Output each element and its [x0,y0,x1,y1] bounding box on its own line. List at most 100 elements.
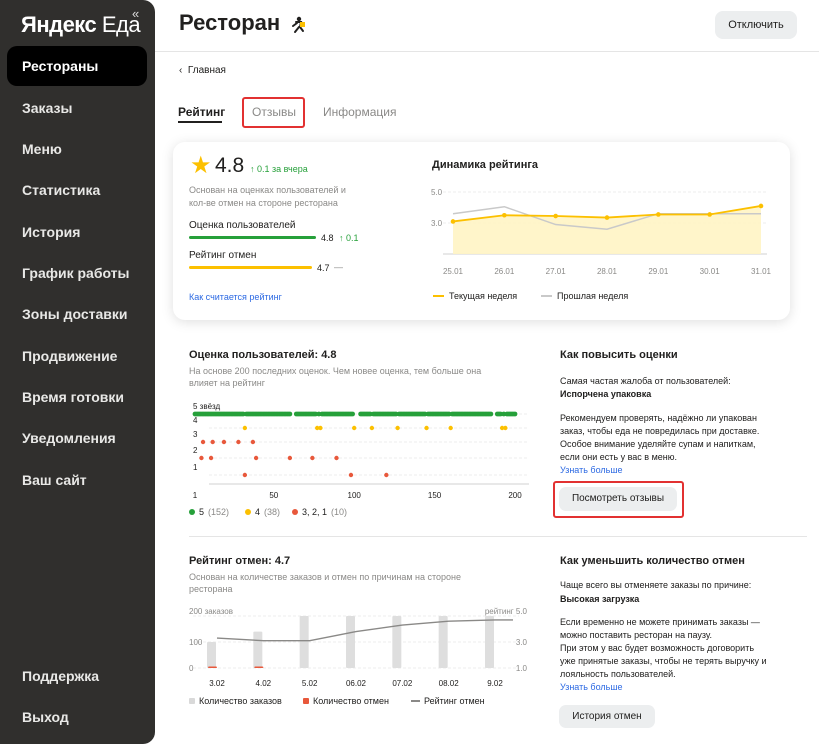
reduce-line3: Если временно не можете принимать заказы… [560,617,760,627]
improve-title: Как повысить оценки [560,349,678,361]
legend-low-stars: 3, 2, 1 (10) [292,507,347,517]
rating-delta: ↑ 0.1 за вчера [250,164,308,174]
sidebar-item-notifications[interactable]: Уведомления [22,430,116,446]
rating-dot-low [287,455,293,461]
how-rating-calculated-link[interactable]: Как считается рейтинг [189,292,282,302]
red-dot-icon [292,509,298,515]
sidebar-item-schedule[interactable]: График работы [22,265,130,281]
sidebar: Яндекс Еда « Рестораны Заказы Меню Стати… [0,0,155,744]
disable-button[interactable]: Отключить [715,11,797,39]
orders-bar [392,616,402,668]
tab-rating[interactable]: Рейтинг [178,105,225,119]
sidebar-item-support[interactable]: Поддержка [22,668,99,684]
legend-label: Количество заказов [199,696,282,706]
y-tick-label: 1 [193,463,198,472]
x-tick-label: 25.01 [443,267,464,276]
left-tick-label: 0 [189,664,194,673]
right-axis-title: рейтинг 5.0 [485,607,528,616]
rating-card: ★ 4.8 ↑ 0.1 за вчера Основан на оценках … [173,142,790,320]
logo: Яндекс Еда [21,12,141,38]
left-axis-title: 200 заказов [189,607,233,616]
sidebar-item-statistics[interactable]: Статистика [22,182,100,198]
legend-count: (152) [208,507,230,517]
rating-dot-four [369,425,375,431]
cancel-rating-delta: — [334,262,343,272]
y-tick-label: 2 [193,446,198,455]
x-tick-label: 26.01 [494,267,515,276]
user-ratings-title: Оценка пользователей: 4.8 [189,349,337,361]
rating-dot-low [200,439,206,445]
legend-previous-week-label: Прошлая неделя [557,291,628,301]
sidebar-item-menu[interactable]: Меню [22,141,62,157]
improve-learn-more-link[interactable]: Узнать больше [560,464,623,476]
sidebar-item-promotion[interactable]: Продвижение [22,348,117,364]
collapse-icon[interactable]: « [132,6,139,21]
improve-line6: если они есть у вас в меню. [560,452,677,462]
rating-dot-four [318,425,323,431]
sidebar-item-delivery-zones[interactable]: Зоны доставки [22,306,128,322]
x-tick-label: 07.02 [392,679,413,688]
cancel-history-button[interactable]: История отмен [559,705,655,728]
cancel-rating-title: Рейтинг отмен: 4.7 [189,555,291,567]
cancel-desc-line1: Основан на количестве заказов и отмен по… [189,572,461,582]
legend-label: 4 [255,507,261,517]
reviews-tab-highlight [242,97,305,128]
cancel-rating-value: 4.7 [317,263,330,273]
rating-dot-low [208,455,214,461]
reduce-line4: можно поставить ресторан на паузу. [560,630,713,640]
sidebar-item-cooking-time[interactable]: Время готовки [22,389,124,405]
user-ratings-desc-line1: На основе 200 последних оценок. Чем нове… [189,366,482,376]
x-tick-label: 28.01 [597,267,618,276]
dynamics-title: Динамика рейтинга [432,159,539,171]
y-tick-label: 3.0 [431,219,443,228]
rating-dot-four [503,425,508,431]
rating-dot-four [242,425,248,431]
rating-dot-five [488,411,494,417]
sidebar-item-website[interactable]: Ваш сайт [22,472,87,488]
rating-dot-low [253,455,259,461]
legend-four-stars: 4 (38) [245,507,280,517]
view-reviews-highlight [553,481,684,518]
legend-label: Количество отмен [313,696,389,706]
current-week-point [707,212,712,217]
legend-label: 3, 2, 1 [302,507,328,517]
sidebar-item-restaurants[interactable]: Рестораны [22,58,98,74]
tab-info[interactable]: Информация [323,105,396,119]
x-tick-label: 30.01 [700,267,721,276]
back-arrow-icon: ‹ [179,65,183,76]
rating-dot-low [221,439,227,445]
sidebar-item-orders[interactable]: Заказы [22,100,72,116]
legend-count: (10) [331,507,348,517]
sidebar-item-history[interactable]: История [22,224,80,240]
orders-bar [207,642,216,668]
page-title: Ресторан [179,10,281,35]
y-tick-label: 4 [193,416,198,425]
users-rating-label: Оценка пользователей [189,220,296,231]
reduce-line6: уже принятые заказы, чтобы не терять выр… [560,656,767,666]
right-tick-label: 3.0 [516,638,528,647]
breadcrumb[interactable]: ‹ Главная [179,65,226,76]
improve-line5: Особое внимание уделяйте супам и напитка… [560,439,756,449]
orders-bar [485,616,494,668]
rating-dot-four [395,425,400,431]
reduce-learn-more-link[interactable]: Узнать больше [560,681,623,693]
x-tick-label: 1 [193,491,198,500]
rating-dot-low [236,439,241,445]
rating-dot-four [448,425,453,431]
rating-dot-four [424,425,429,431]
rating-value: 4.8 [215,154,245,177]
x-tick-label: 4.02 [256,679,272,688]
orders-bar [438,616,448,668]
cancel-chart: 200 заказов рейтинг 5.0 100 0 3.0 1.0 3.02 4.… [189,607,528,688]
x-tick-label: 200 [508,491,522,500]
x-tick-label: 29.01 [648,267,669,276]
tab-active-underline [178,121,222,123]
star-icon: ★ [190,152,212,179]
logo-text: Яндекс [21,12,97,37]
x-tick-label: 31.01 [751,267,772,276]
dynamics-chart: 5.0 3.0 25.01 26.01 27.01 28.01 29.01 30.01 31.0… [431,188,772,301]
x-tick-label: 06.02 [346,679,367,688]
sidebar-item-logout[interactable]: Выход [22,709,69,725]
orders-bar [253,631,263,668]
legend-current-week-label: Текущая неделя [449,291,517,301]
